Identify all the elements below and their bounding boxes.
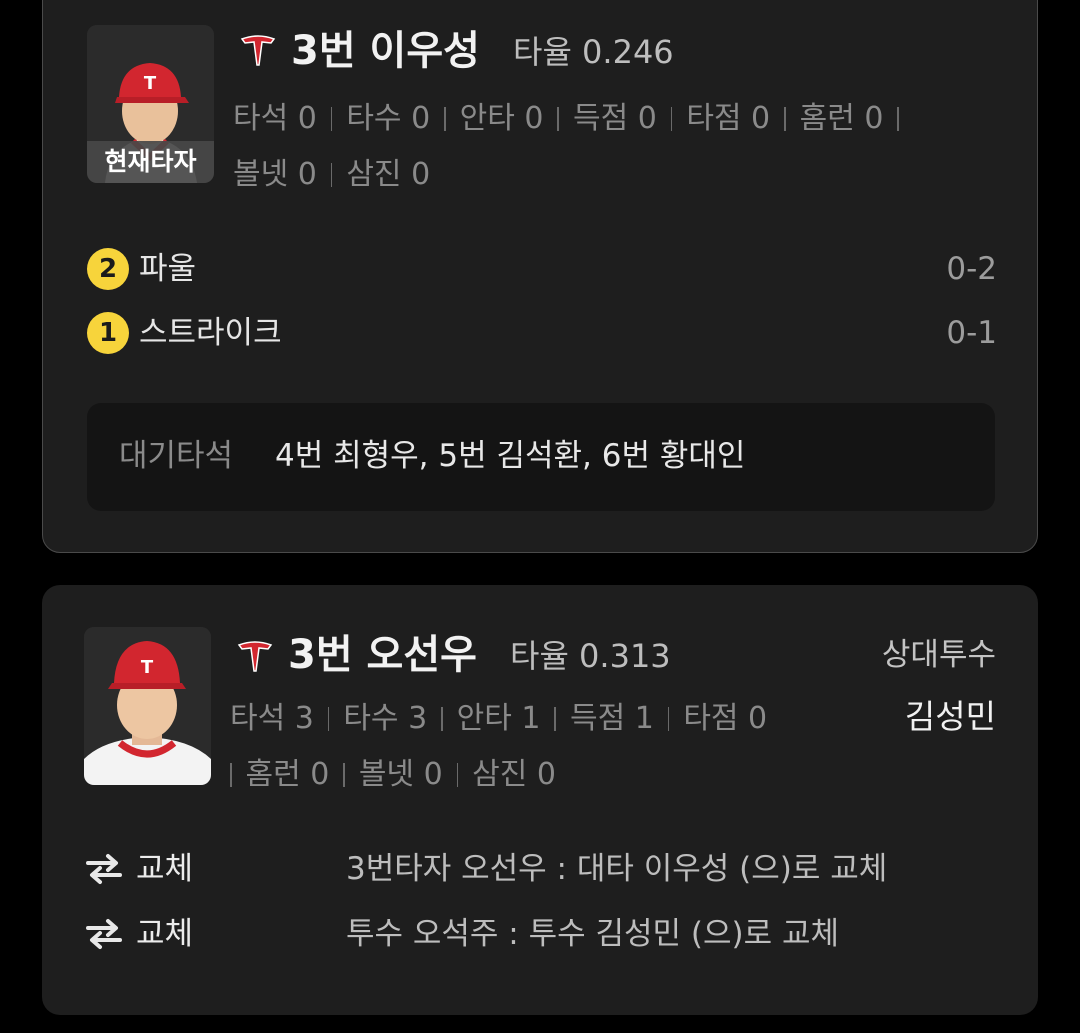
substitution-label: 교체 bbox=[136, 916, 194, 952]
batter-name[interactable]: 3번 오선우 bbox=[288, 635, 477, 675]
batter-name[interactable]: 3번 이우성 bbox=[291, 31, 480, 71]
opponent-pitcher-name[interactable]: 김성민 bbox=[905, 697, 996, 737]
stat-ab: 타수 3 bbox=[343, 701, 428, 736]
stat-hits: 안타 1 bbox=[456, 701, 541, 736]
stat-hits: 안타 0 bbox=[459, 101, 544, 136]
on-deck-players: 4번 최형우, 5번 김석환, 6번 황대인 bbox=[275, 438, 746, 474]
pitch-row: 2 파울 0-2 bbox=[87, 248, 997, 290]
stat-runs: 득점 1 bbox=[569, 701, 654, 736]
on-deck-label: 대기타석 bbox=[119, 438, 234, 474]
pitch-count: 0-2 bbox=[946, 251, 997, 287]
stat-bb: 볼넷 0 bbox=[358, 757, 443, 792]
batter-average: 타율 0.313 bbox=[510, 637, 671, 675]
stat-rbi: 타점 0 bbox=[686, 101, 771, 136]
batter-average: 타율 0.246 bbox=[513, 33, 674, 71]
on-deck-box: 대기타석 4번 최형우, 5번 김석환, 6번 황대인 bbox=[87, 403, 995, 511]
stat-pa: 타석 3 bbox=[230, 701, 314, 736]
stat-hr: 홈런 0 bbox=[245, 757, 330, 792]
substitution-row: 교체 투수 오석주 : 투수 김성민 (으)로 교체 bbox=[86, 912, 996, 956]
batter-stats: 타석 0 타수 0 안타 0 득점 0 타점 0 홈런 0 볼넷 0 삼진 0 bbox=[233, 91, 993, 203]
stat-so: 삼진 0 bbox=[346, 157, 431, 192]
swap-arrows-icon bbox=[86, 854, 122, 884]
player-photo[interactable]: T 현재타자 bbox=[87, 25, 214, 183]
current-batter-card: T 현재타자 3번 이우성 타율 0.246 타석 0 타수 0 안타 0 득점 0타… bbox=[42, 0, 1038, 553]
stat-pa: 타석 0 bbox=[233, 101, 317, 136]
pitch-result: 파울 bbox=[139, 251, 197, 287]
team-logo-icon bbox=[240, 35, 276, 66]
substitution-label: 교체 bbox=[136, 851, 194, 887]
swap-arrows-icon bbox=[86, 919, 122, 949]
batter-stats: 타석 3 타수 3 안타 1 득점 1 타점 0 홈런 0 볼넷 0 삼진 0 bbox=[230, 691, 850, 803]
opponent-pitcher-label: 상대투수 bbox=[881, 637, 996, 673]
pitch-number-badge: 1 bbox=[87, 312, 129, 354]
player-photo[interactable]: T bbox=[84, 627, 211, 785]
substitution-description: 3번타자 오선우 : 대타 이우성 (으)로 교체 bbox=[346, 851, 888, 887]
team-logo-icon bbox=[237, 641, 273, 672]
substitution-row: 교체 3번타자 오선우 : 대타 이우성 (으)로 교체 bbox=[86, 847, 996, 891]
pitch-result: 스트라이크 bbox=[139, 315, 282, 351]
pitch-row: 1 스트라이크 0-1 bbox=[87, 312, 997, 354]
svg-text:T: T bbox=[141, 657, 154, 678]
current-batter-badge: 현재타자 bbox=[87, 141, 214, 183]
svg-text:T: T bbox=[144, 73, 157, 94]
stat-hr: 홈런 0 bbox=[799, 101, 884, 136]
pitch-count: 0-1 bbox=[946, 315, 997, 351]
stat-ab: 타수 0 bbox=[346, 101, 431, 136]
previous-batter-card: T 3번 오선우 타율 0.313 상대투수 김성민 타석 3 타수 3 안타 1 득… bbox=[42, 585, 1038, 1015]
stat-rbi: 타점 0 bbox=[683, 701, 768, 736]
stat-so: 삼진 0 bbox=[472, 757, 556, 792]
substitution-description: 투수 오석주 : 투수 김성민 (으)로 교체 bbox=[346, 916, 840, 952]
stat-bb: 볼넷 0 bbox=[233, 157, 317, 192]
stat-runs: 득점 0 bbox=[572, 101, 657, 136]
pitch-number-badge: 2 bbox=[87, 248, 129, 290]
player-photo-image: T bbox=[84, 627, 211, 785]
